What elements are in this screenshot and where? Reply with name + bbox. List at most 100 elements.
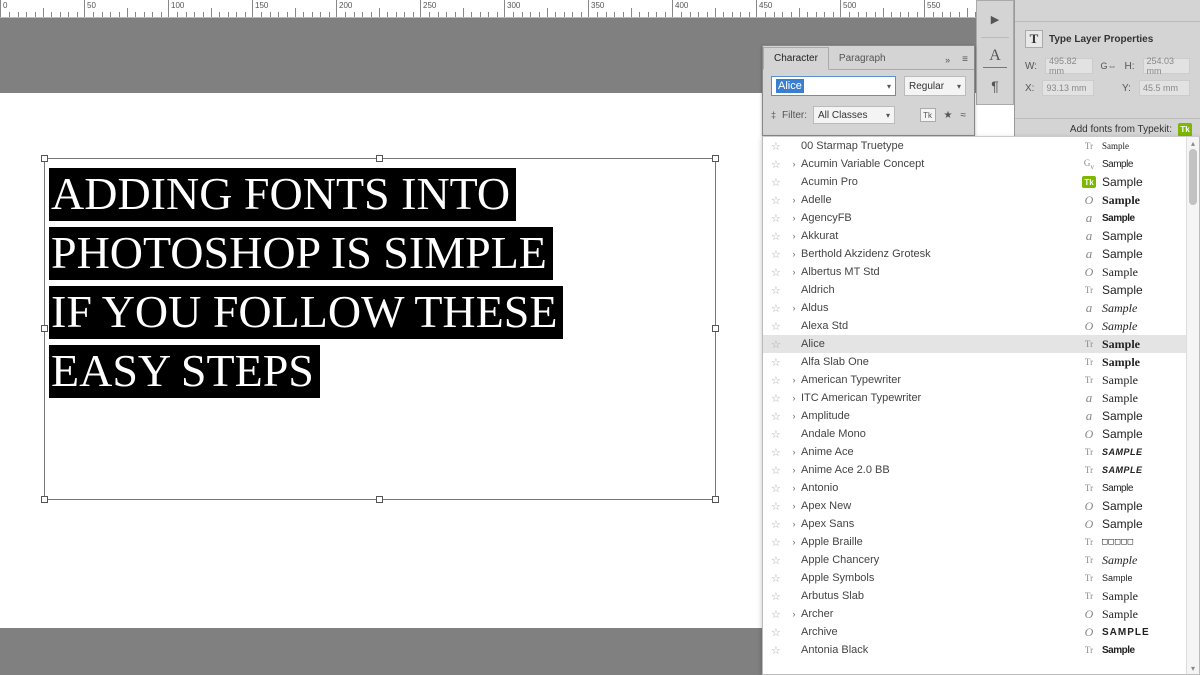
paragraph-panel-icon[interactable]: ¶: [983, 74, 1007, 98]
handle-top-right[interactable]: [712, 155, 719, 162]
favorite-star-icon[interactable]: ☆: [771, 518, 787, 531]
expand-chevron-icon[interactable]: ›: [787, 195, 801, 205]
scroll-thumb[interactable]: [1189, 149, 1197, 205]
similar-fonts-icon[interactable]: ≈: [961, 110, 967, 121]
font-list-item[interactable]: ☆›AntonioTrSample: [763, 479, 1186, 497]
tab-character[interactable]: Character: [763, 47, 829, 70]
handle-mid-right[interactable]: [712, 325, 719, 332]
expand-chevron-icon[interactable]: ›: [787, 465, 801, 475]
expand-chevron-icon[interactable]: ›: [787, 267, 801, 277]
scroll-up-icon[interactable]: ▴: [1187, 137, 1199, 149]
link-dimensions-icon[interactable]: G⇔: [1101, 61, 1117, 71]
font-list-item[interactable]: ☆·ArchiveOSAMPLE: [763, 623, 1186, 641]
font-list-item[interactable]: ☆·Arbutus SlabTrSample: [763, 587, 1186, 605]
favorite-star-icon[interactable]: ☆: [771, 338, 787, 351]
favorite-star-icon[interactable]: ☆: [771, 248, 787, 261]
favorite-star-icon[interactable]: ☆: [771, 302, 787, 315]
expand-chevron-icon[interactable]: ›: [787, 483, 801, 493]
favorite-star-icon[interactable]: ☆: [771, 320, 787, 333]
favorite-star-icon[interactable]: ☆: [771, 446, 787, 459]
favorite-star-icon[interactable]: ☆: [771, 554, 787, 567]
favorite-star-icon[interactable]: ☆: [771, 626, 787, 639]
font-list-item[interactable]: ☆›Apex SansOSample: [763, 515, 1186, 533]
favorite-star-icon[interactable]: ☆: [771, 392, 787, 405]
expand-chevron-icon[interactable]: ›: [787, 393, 801, 403]
typekit-badge-icon[interactable]: Tk: [1178, 123, 1192, 137]
handle-bottom-left[interactable]: [41, 496, 48, 503]
favorite-star-icon[interactable]: ☆: [771, 140, 787, 153]
expand-chevron-icon[interactable]: ›: [787, 375, 801, 385]
favorite-star-icon[interactable]: ☆: [771, 410, 787, 423]
favorite-star-icon[interactable]: ☆: [771, 266, 787, 279]
play-icon[interactable]: ▶: [983, 7, 1007, 31]
expand-chevron-icon[interactable]: ›: [787, 447, 801, 457]
font-list-item[interactable]: ☆·Acumin ProTkSample: [763, 173, 1186, 191]
text-layer-content[interactable]: ADDING FONTS INTOPHOTOSHOP IS SIMPLEIF Y…: [49, 165, 563, 401]
font-list-item[interactable]: ☆·Apple ChanceryTrSample: [763, 551, 1186, 569]
font-list-item[interactable]: ☆·00 Starmap TruetypeTrSample: [763, 137, 1186, 155]
filter-classes-dropdown[interactable]: All Classes ▾: [813, 106, 895, 124]
font-list-item[interactable]: ☆›Berthold Akzidenz GroteskaSample: [763, 245, 1186, 263]
character-panel-icon[interactable]: A: [983, 44, 1007, 68]
height-value[interactable]: 254.03 mm: [1143, 58, 1190, 74]
expand-chevron-icon[interactable]: ›: [787, 213, 801, 223]
favorite-star-icon[interactable]: ☆: [771, 590, 787, 603]
favorite-star-icon[interactable]: ☆: [771, 230, 787, 243]
favorite-star-icon[interactable]: ☆: [771, 428, 787, 441]
font-style-dropdown[interactable]: Regular ▾: [904, 76, 966, 96]
font-list-item[interactable]: ☆›AdelleOSample: [763, 191, 1186, 209]
expand-chevron-icon[interactable]: ›: [787, 609, 801, 619]
font-family-dropdown[interactable]: Alice ▾: [771, 76, 896, 96]
favorite-star-icon[interactable]: ☆: [771, 284, 787, 297]
font-list-item[interactable]: ☆·Alfa Slab OneTrSample: [763, 353, 1186, 371]
expand-chevron-icon[interactable]: ›: [787, 159, 801, 169]
font-list-item[interactable]: ☆·Apple SymbolsTrSample: [763, 569, 1186, 587]
font-list-item[interactable]: ☆·AldrichTrSample: [763, 281, 1186, 299]
favorite-star-icon[interactable]: ☆: [771, 194, 787, 207]
favorite-star-icon[interactable]: ☆: [771, 356, 787, 369]
collapse-panel-icon[interactable]: »: [939, 51, 956, 69]
font-list-item[interactable]: ☆›Anime Ace 2.0 BBTrSAMPLE: [763, 461, 1186, 479]
favorite-star-icon[interactable]: ☆: [771, 176, 787, 189]
tab-paragraph[interactable]: Paragraph: [829, 48, 896, 69]
favorite-star-icon[interactable]: ☆: [771, 158, 787, 171]
font-list-item[interactable]: ☆·Alexa StdOSample: [763, 317, 1186, 335]
font-list-item[interactable]: ☆·AliceTrSample: [763, 335, 1186, 353]
font-list-item[interactable]: ☆›ArcherOSample: [763, 605, 1186, 623]
font-list-item[interactable]: ☆›AmplitudeaSample: [763, 407, 1186, 425]
font-list-item[interactable]: ☆·Antonia BlackTrSample: [763, 641, 1186, 659]
text-frame[interactable]: ADDING FONTS INTOPHOTOSHOP IS SIMPLEIF Y…: [44, 158, 716, 500]
favorites-filter-icon[interactable]: ★: [944, 110, 953, 121]
favorite-star-icon[interactable]: ☆: [771, 500, 787, 513]
font-list-item[interactable]: ☆›AldusaSample: [763, 299, 1186, 317]
font-list-item[interactable]: ☆›AgencyFBaSample: [763, 209, 1186, 227]
favorite-star-icon[interactable]: ☆: [771, 644, 787, 657]
typekit-filter-icon[interactable]: Tk: [920, 108, 936, 122]
scroll-down-icon[interactable]: ▾: [1187, 662, 1199, 674]
font-list-item[interactable]: ☆›Apple BrailleTr□□□□□: [763, 533, 1186, 551]
favorite-star-icon[interactable]: ☆: [771, 374, 787, 387]
favorite-star-icon[interactable]: ☆: [771, 464, 787, 477]
favorite-star-icon[interactable]: ☆: [771, 608, 787, 621]
favorite-star-icon[interactable]: ☆: [771, 536, 787, 549]
x-value[interactable]: 93.13 mm: [1042, 80, 1093, 96]
favorite-star-icon[interactable]: ☆: [771, 572, 787, 585]
expand-chevron-icon[interactable]: ›: [787, 231, 801, 241]
y-value[interactable]: 45.5 mm: [1139, 80, 1190, 96]
font-list-item[interactable]: ☆›Acumin Variable ConceptGvSample: [763, 155, 1186, 173]
handle-top-left[interactable]: [41, 155, 48, 162]
handle-mid-left[interactable]: [41, 325, 48, 332]
font-list-item[interactable]: ☆›AkkurataSample: [763, 227, 1186, 245]
font-list-item[interactable]: ☆›Albertus MT StdOSample: [763, 263, 1186, 281]
handle-bottom-mid[interactable]: [376, 496, 383, 503]
expand-chevron-icon[interactable]: ›: [787, 249, 801, 259]
favorite-star-icon[interactable]: ☆: [771, 212, 787, 225]
expand-chevron-icon[interactable]: ›: [787, 411, 801, 421]
font-list-item[interactable]: ☆›Anime AceTrSAMPLE: [763, 443, 1186, 461]
handle-top-mid[interactable]: [376, 155, 383, 162]
favorite-star-icon[interactable]: ☆: [771, 482, 787, 495]
width-value[interactable]: 495.82 mm: [1045, 58, 1092, 74]
font-list-item[interactable]: ☆›Apex NewOSample: [763, 497, 1186, 515]
expand-chevron-icon[interactable]: ›: [787, 537, 801, 547]
expand-chevron-icon[interactable]: ›: [787, 519, 801, 529]
